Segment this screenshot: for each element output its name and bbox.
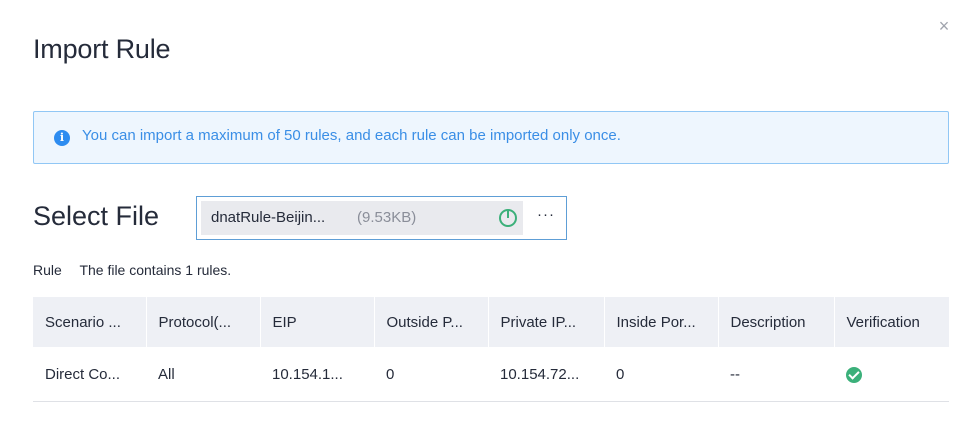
close-icon[interactable]: × bbox=[936, 17, 952, 35]
header-eip[interactable]: EIP bbox=[259, 297, 374, 347]
cell-outside-port: 0 bbox=[374, 347, 488, 402]
info-alert: i You can import a maximum of 50 rules, … bbox=[33, 111, 949, 164]
cell-eip: 10.154.1... bbox=[260, 347, 374, 402]
selected-file-chip: dnatRule-Beijin... (9.53KB) bbox=[201, 201, 523, 235]
header-description[interactable]: Description bbox=[717, 297, 834, 347]
select-file-label: Select File bbox=[33, 201, 160, 231]
file-selector[interactable]: dnatRule-Beijin... (9.53KB) ··· bbox=[196, 196, 567, 240]
import-rule-dialog: × Import Rule i You can import a maximum… bbox=[0, 0, 959, 439]
cell-scenario: Direct Co... bbox=[33, 347, 146, 402]
cell-description: -- bbox=[718, 347, 834, 402]
table-header-row: Scenario ... Protocol(... EIP Outside P.… bbox=[33, 297, 949, 347]
header-inside-port[interactable]: Inside Por... bbox=[603, 297, 718, 347]
header-private-ip[interactable]: Private IP... bbox=[487, 297, 604, 347]
rule-count-text: The file contains 1 rules. bbox=[79, 262, 232, 278]
cell-verification bbox=[834, 347, 949, 402]
rule-summary: Rule The file contains 1 rules. bbox=[33, 262, 231, 278]
header-verification[interactable]: Verification bbox=[833, 297, 949, 347]
info-icon: i bbox=[54, 130, 70, 146]
check-circle-icon bbox=[846, 366, 862, 383]
alert-text: You can import a maximum of 50 rules, an… bbox=[82, 127, 621, 144]
file-name: dnatRule-Beijin... bbox=[211, 209, 326, 226]
table-row: Direct Co... All 10.154.1... 0 10.154.72… bbox=[33, 347, 949, 402]
rule-label: Rule bbox=[33, 262, 62, 278]
dialog-title: Import Rule bbox=[33, 34, 171, 64]
header-scenario[interactable]: Scenario ... bbox=[33, 297, 146, 347]
progress-complete-icon bbox=[499, 209, 517, 227]
rules-table: Scenario ... Protocol(... EIP Outside P.… bbox=[33, 297, 949, 402]
cell-protocol: All bbox=[146, 347, 260, 402]
cell-private-ip: 10.154.72... bbox=[488, 347, 604, 402]
header-protocol[interactable]: Protocol(... bbox=[145, 297, 260, 347]
file-size: (9.53KB) bbox=[357, 209, 417, 226]
cell-inside-port: 0 bbox=[604, 347, 718, 402]
browse-file-button[interactable]: ··· bbox=[531, 207, 561, 227]
header-outside-port[interactable]: Outside P... bbox=[373, 297, 488, 347]
